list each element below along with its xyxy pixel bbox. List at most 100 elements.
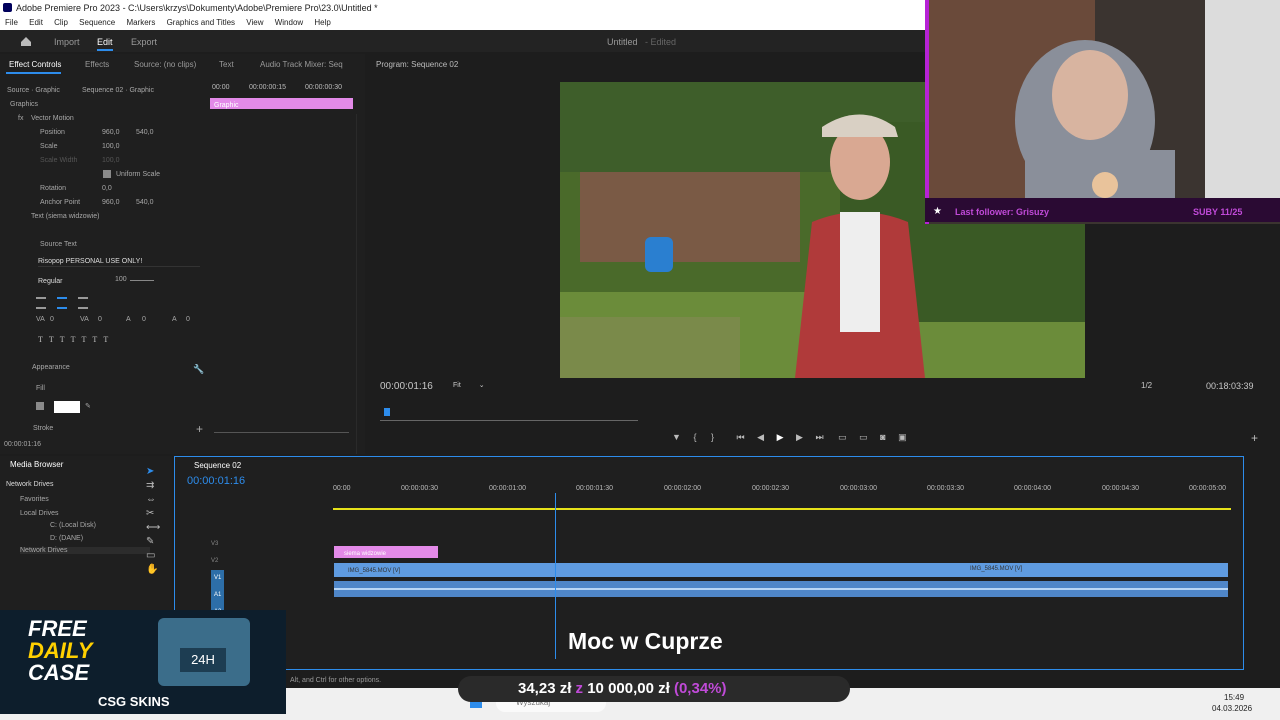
comparison-icon[interactable]: ▣ [898,432,907,442]
scale-value[interactable]: 100,0 [102,143,120,150]
play-icon[interactable]: ▶ [777,432,784,442]
menu-clip[interactable]: Clip [54,18,68,27]
tracking-icon[interactable]: VA [36,316,45,323]
graphic-clip[interactable]: siema widzowie [334,546,438,558]
sequence-graphic[interactable]: Sequence 02 · Graphic [82,87,154,94]
track-a1[interactable]: A1 [211,587,225,604]
ec-timecode[interactable]: 00:00:01:16 [4,441,41,448]
leading-icon[interactable]: A [126,316,131,323]
rectangle-icon[interactable]: ▭ [146,550,166,561]
timeline-title[interactable]: Sequence 02 [194,461,241,470]
graphic-clip-label: siema widzowie [344,551,387,557]
track-select-icon[interactable]: ⇉ [146,480,166,491]
position-x[interactable]: 960,0 [102,129,120,136]
program-playhead[interactable] [384,408,390,416]
tab-import[interactable]: Import [54,37,80,47]
menu-sequence[interactable]: Sequence [79,18,115,27]
location-dropdown[interactable]: Network Drives [6,477,100,489]
tab-effect-controls[interactable]: Effect Controls [9,60,61,69]
fill-checkbox[interactable] [36,402,44,410]
timeline-ruler[interactable]: 00:00 00:00:00:30 00:00:01:00 00:00:01:3… [333,481,1233,511]
font-size[interactable]: 100 [115,276,127,283]
position-y[interactable]: 540,0 [136,129,154,136]
work-area-bar[interactable] [333,508,1231,510]
tree-network-drives[interactable]: Network Drives [20,547,150,554]
marker-icon[interactable]: ▼ [672,432,681,442]
go-to-in-icon[interactable]: ⏮ [737,432,745,442]
fit-dropdown[interactable]: Fit ⌄ [453,381,491,393]
tab-effects[interactable]: Effects [85,60,109,69]
ec-graphic-clip[interactable]: Graphic [210,98,353,109]
align-left-icon[interactable] [36,297,46,309]
style-dropdown[interactable]: Regular [38,274,98,286]
export-frame-icon[interactable]: ◙ [880,432,885,442]
tab-text[interactable]: Text [219,60,234,69]
tab-edit[interactable]: Edit [97,37,113,51]
menu-edit[interactable]: Edit [29,18,43,27]
source-graphic[interactable]: Source · Graphic [7,87,60,94]
fill-color-swatch[interactable] [54,401,80,413]
tab-audio-mixer[interactable]: Audio Track Mixer: Seq [260,60,343,69]
tree-local-drives[interactable]: Local Drives [20,510,59,517]
selection-tool-icon[interactable]: ➤ [146,466,166,477]
home-icon[interactable] [20,36,32,47]
razor-icon[interactable]: ✂ [146,508,166,519]
wrench-icon[interactable]: 🔧 [193,364,204,375]
mark-out-icon[interactable]: } [711,432,714,442]
anchor-x[interactable]: 960,0 [102,199,120,206]
baseline-icon[interactable]: A [172,316,177,323]
track-v3[interactable]: V3 [211,536,224,553]
font-dropdown[interactable]: Risopop PERSONAL USE ONLY! [38,254,200,267]
menu-help[interactable]: Help [314,18,330,27]
tracking-value[interactable]: 0 [50,316,54,323]
font-size-slider[interactable] [130,280,154,281]
tree-d-drive[interactable]: D: (DANE) [50,535,83,542]
button-editor-icon[interactable]: + [1251,431,1258,445]
pen-icon[interactable]: ✎ [146,536,166,547]
text-layer[interactable]: Text (siema widzowie) [31,213,99,220]
timeline-playhead[interactable] [555,493,556,659]
tree-favorites[interactable]: Favorites [20,496,49,503]
program-scrubber[interactable] [380,420,638,421]
quality-dropdown[interactable]: 1/2 [1141,381,1152,390]
ripple-edit-icon[interactable]: ⇔ [146,494,166,505]
tab-source[interactable]: Source: (no clips) [134,60,196,69]
ec-zoom-bar[interactable] [214,432,349,433]
audio-clip-a1[interactable] [334,581,1228,597]
menu-view[interactable]: View [246,18,263,27]
media-browser-title[interactable]: Media Browser [10,460,63,469]
text-style-buttons[interactable]: TTTTTTT [38,335,114,344]
scale-width-label: Scale Width [40,157,78,164]
mark-in-icon[interactable]: { [693,432,696,442]
hand-icon[interactable]: ✋ [146,564,166,575]
anchor-y[interactable]: 540,0 [136,199,154,206]
go-to-out-icon[interactable]: ⏭ [815,432,823,442]
program-timecode[interactable]: 00:00:01:16 [380,381,433,392]
step-forward-icon[interactable]: ▶ [796,432,803,442]
eyedropper-icon[interactable]: ✎ [85,402,91,410]
extract-icon[interactable]: ▭ [859,432,868,442]
uniform-scale-checkbox[interactable] [103,170,111,178]
rotation-value[interactable]: 0,0 [102,185,112,192]
kerning-icon[interactable]: VA [80,316,89,323]
add-icon[interactable]: + [196,422,203,436]
menu-markers[interactable]: Markers [126,18,155,27]
video-clip-v1[interactable]: IMG_5845.MOV [V] IMG_5845.MOV [V] [334,563,1228,577]
tree-c-drive[interactable]: C: (Local Disk) [50,522,96,529]
slip-icon[interactable]: ⟷ [146,522,166,533]
leading-value[interactable]: 0 [142,316,146,323]
menu-file[interactable]: File [5,18,18,27]
align-right-icon[interactable] [78,297,89,309]
menu-window[interactable]: Window [275,18,303,27]
timeline-timecode[interactable]: 00:00:01:16 [187,475,245,487]
track-v2[interactable]: V2 [211,553,224,570]
menu-graphics[interactable]: Graphics and Titles [167,18,235,27]
track-v1[interactable]: V1 [211,570,225,587]
tab-export[interactable]: Export [131,37,157,47]
ruler-2: 00:00:01:00 [489,485,526,492]
lift-icon[interactable]: ▭ [838,432,847,442]
step-back-icon[interactable]: ◀ [757,432,764,442]
align-center-icon[interactable] [57,297,68,309]
kerning-value[interactable]: 0 [98,316,102,323]
baseline-value[interactable]: 0 [186,316,190,323]
